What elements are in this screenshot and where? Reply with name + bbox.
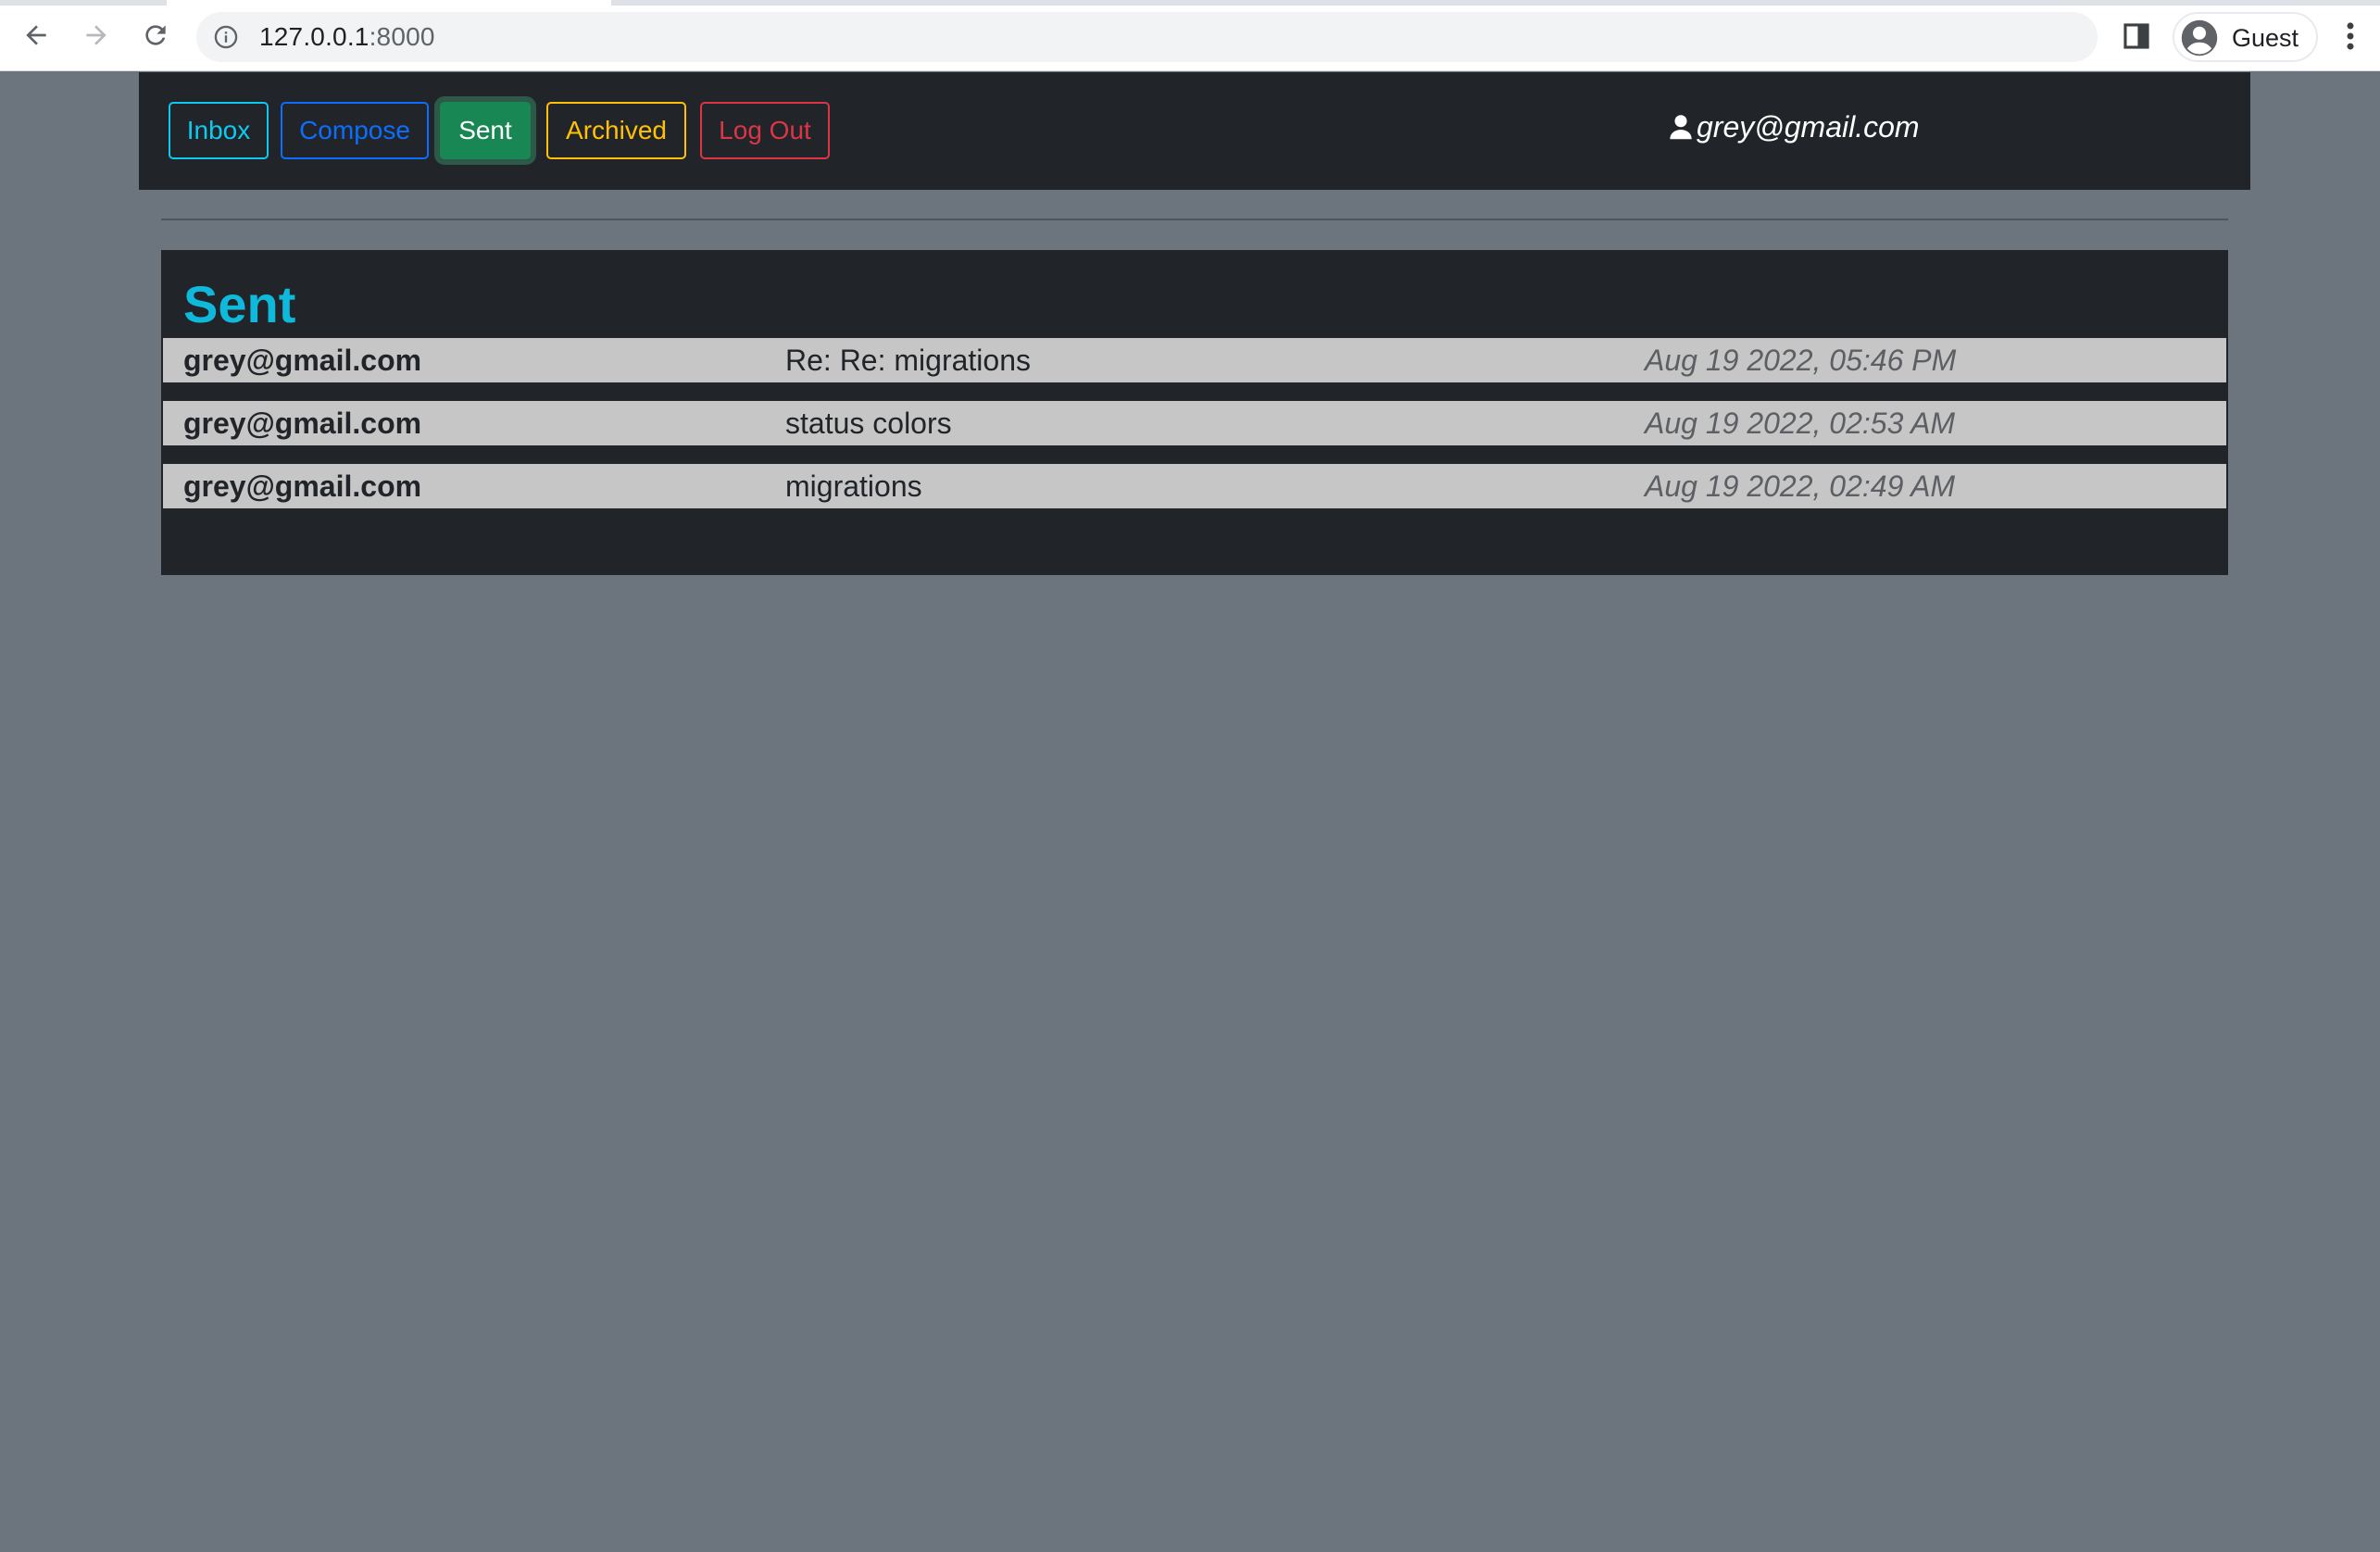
account-circle-icon [2181, 19, 2218, 56]
divider [161, 219, 2228, 220]
tab-strip [0, 0, 2380, 6]
reload-button[interactable] [135, 15, 176, 56]
more-vertical-icon[interactable] [2337, 19, 2363, 54]
mailbox-title: Sent [183, 275, 296, 333]
email-timestamp: Aug 19 2022, 02:49 AM [1645, 469, 1956, 503]
email-sender: grey@gmail.com [183, 344, 422, 377]
email-timestamp: Aug 19 2022, 02:53 AM [1645, 407, 1956, 440]
address-bar[interactable]: 127.0.0.1:8000 [196, 12, 2098, 62]
email-subject: Re: Re: migrations [785, 344, 1031, 377]
email-subject: status colors [785, 407, 952, 440]
email-subject: migrations [785, 469, 922, 503]
top-navigation: Inbox Compose Sent Archived Log Out grey… [139, 72, 2250, 190]
url-port: :8000 [369, 22, 435, 51]
email-row[interactable]: grey@gmail.com Re: Re: migrations Aug 19… [163, 338, 2226, 382]
user-email: grey@gmail.com [1697, 110, 1920, 144]
email-sender: grey@gmail.com [183, 407, 422, 440]
archived-button[interactable]: Archived [546, 102, 686, 159]
browser-toolbar: 127.0.0.1:8000 Guest [0, 0, 2380, 71]
profile-button[interactable]: Guest [2173, 12, 2318, 62]
sent-button[interactable]: Sent [440, 102, 531, 159]
person-icon [1670, 115, 1692, 140]
profile-label: Guest [2232, 24, 2299, 52]
url-text[interactable]: 127.0.0.1:8000 [259, 22, 435, 52]
mailbox-panel: Sent grey@gmail.com Re: Re: migrations A… [161, 250, 2228, 575]
compose-button[interactable]: Compose [281, 102, 429, 159]
user-info: grey@gmail.com [1669, 106, 1920, 148]
info-icon[interactable] [213, 24, 239, 50]
email-row[interactable]: grey@gmail.com migrations Aug 19 2022, 0… [163, 464, 2226, 508]
reload-icon [145, 25, 166, 45]
email-sender: grey@gmail.com [183, 469, 422, 503]
email-timestamp: Aug 19 2022, 05:46 PM [1645, 344, 1957, 377]
email-row[interactable]: grey@gmail.com status colors Aug 19 2022… [163, 401, 2226, 445]
back-button[interactable] [16, 15, 56, 56]
page-content: Inbox Compose Sent Archived Log Out grey… [0, 72, 2380, 1552]
url-host: 127.0.0.1 [259, 22, 370, 51]
arrow-left-icon [26, 25, 46, 45]
inbox-button[interactable]: Inbox [169, 102, 269, 159]
side-panel-icon[interactable] [2121, 20, 2152, 52]
forward-button[interactable] [76, 15, 117, 56]
logout-button[interactable]: Log Out [700, 102, 830, 159]
arrow-right-icon [86, 25, 106, 45]
active-tab[interactable] [167, 0, 611, 6]
